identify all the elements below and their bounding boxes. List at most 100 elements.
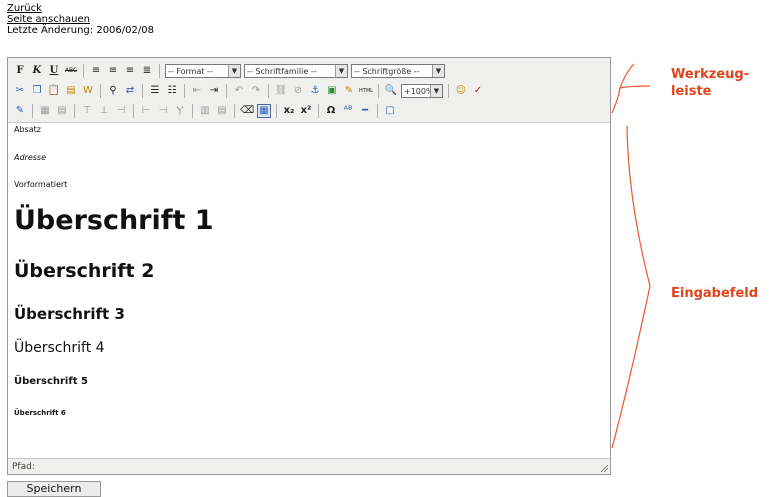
toolbar-separator [100, 84, 101, 98]
heading-1: Überschrift 1 [14, 205, 214, 236]
image-icon[interactable]: ▣ [325, 84, 339, 98]
toolbar-annotation-line-1: Werkzeug- [671, 67, 750, 82]
toolbar-separator [226, 84, 227, 98]
format-select[interactable]: -- Format -- ▼ [165, 64, 241, 78]
copy-icon[interactable]: ❐ [30, 84, 44, 98]
input-field-annotation: Eingabefeld [671, 286, 759, 301]
path-label: Pfad: [12, 462, 35, 472]
row-before-icon[interactable]: ⊤ [80, 104, 94, 118]
row-after-icon[interactable]: ⊥ [97, 104, 111, 118]
bullet-list-icon[interactable]: ☰ [148, 84, 162, 98]
wysiwyg-editor: F K U ABC ≡ ≡ ≡ ≣ -- Format -- ▼ -- Schri… [7, 57, 611, 475]
editor-content-area[interactable]: Absatz Adresse Vorformatiert Überschrift… [8, 123, 610, 457]
paste-text-icon[interactable]: ▤ [64, 84, 78, 98]
html-source-button[interactable]: HTML [359, 84, 373, 98]
paste-word-icon[interactable]: W [81, 84, 95, 98]
heading-2: Überschrift 2 [14, 260, 155, 282]
toolbar-separator [32, 104, 33, 118]
outdent-icon[interactable]: ⇤ [190, 84, 204, 98]
toolbar-separator [142, 84, 143, 98]
indent-icon[interactable]: ⇥ [207, 84, 221, 98]
toolbar-separator [159, 64, 160, 78]
toolbar-separator [318, 104, 319, 118]
zoom-icon[interactable]: 🔍 [384, 84, 398, 98]
anchor-icon[interactable]: ⚓ [308, 84, 322, 98]
view-page-link[interactable]: Seite anschauen [7, 14, 154, 25]
paste-icon[interactable]: 📋 [47, 84, 61, 98]
align-justify-icon[interactable]: ≣ [140, 64, 154, 78]
underline-button[interactable]: U [47, 64, 61, 78]
chevron-down-icon: ▼ [430, 85, 442, 97]
split-cells-icon[interactable]: ▥ [198, 104, 212, 118]
superscript-button[interactable]: x² [299, 104, 313, 118]
heading-3: Überschrift 3 [14, 305, 125, 323]
cut-icon[interactable]: ✂ [13, 84, 27, 98]
spellcheck-icon[interactable]: ✓ [471, 84, 485, 98]
horizontal-rule-icon[interactable]: ━ [358, 104, 372, 118]
font-family-select[interactable]: -- Schriftfamilie -- ▼ [244, 64, 348, 78]
paragraph-adresse: Adresse [14, 153, 47, 162]
subscript-button[interactable]: x₂ [282, 104, 296, 118]
toolbar-annotation-line-2: leiste [671, 84, 712, 99]
align-right-icon[interactable]: ≡ [123, 64, 137, 78]
special-char-button[interactable]: Ω [324, 104, 338, 118]
bold-button[interactable]: F [13, 64, 27, 78]
align-center-icon[interactable]: ≡ [106, 64, 120, 78]
last-change-text: Letzte Änderung: 2006/02/08 [7, 25, 154, 36]
eraser-icon[interactable]: ⌫ [240, 104, 254, 118]
align-left-icon[interactable]: ≡ [89, 64, 103, 78]
input-bracket [611, 125, 651, 449]
toolbar-separator [276, 104, 277, 118]
chevron-down-icon: ▼ [335, 65, 347, 77]
redo-icon[interactable]: ↷ [249, 84, 263, 98]
heading-5: Überschrift 5 [14, 376, 88, 387]
toolbar-separator [192, 104, 193, 118]
toolbar-separator [448, 84, 449, 98]
visual-aid-icon[interactable]: ▦ [257, 104, 271, 118]
save-button[interactable]: Speichern [7, 481, 101, 497]
delete-col-icon[interactable]: Ⲩ [173, 104, 187, 118]
toolbar-separator [74, 104, 75, 118]
toolbar-separator [268, 84, 269, 98]
italic-button[interactable]: K [30, 64, 44, 78]
undo-icon[interactable]: ↶ [232, 84, 246, 98]
heading-6: Überschrift 6 [14, 409, 66, 417]
replace-icon[interactable]: ⇄ [123, 84, 137, 98]
top-links: Zurück Seite anschauen Letzte Änderung: … [7, 3, 154, 36]
numbered-list-icon[interactable]: ☷ [165, 84, 179, 98]
unlink-icon[interactable]: ⊘ [291, 84, 305, 98]
emotions-icon[interactable]: ☺ [454, 84, 468, 98]
editor-toolbar: F K U ABC ≡ ≡ ≡ ≣ -- Format -- ▼ -- Schri… [8, 58, 610, 123]
toolbar-separator [378, 84, 379, 98]
find-icon[interactable]: ⚲ [106, 84, 120, 98]
paragraph-absatz: Absatz [14, 125, 41, 134]
spellcheck-icon[interactable]: ᴬᴮ [341, 104, 355, 118]
cleanup-icon[interactable]: ✎ [342, 84, 356, 98]
toolbar-bracket [611, 63, 635, 114]
toolbar-separator [83, 64, 84, 78]
paragraph-vorformatiert: Vorformatiert [14, 180, 68, 189]
toolbar-annotation: Werkzeug- leiste [671, 66, 749, 100]
link-icon[interactable]: ⛓ [274, 84, 288, 98]
col-before-icon[interactable]: ⊢ [139, 104, 153, 118]
chevron-down-icon: ▼ [432, 65, 444, 77]
delete-row-icon[interactable]: ⊣ [114, 104, 128, 118]
chevron-down-icon: ▼ [228, 65, 240, 77]
toolbar-bracket-pointer [619, 85, 651, 89]
edit-icon[interactable]: ✎ [13, 104, 27, 118]
fullscreen-icon[interactable]: ▢ [383, 104, 397, 118]
toolbar-separator [184, 84, 185, 98]
table-props-icon[interactable]: ▤ [55, 104, 69, 118]
zoom-select[interactable]: +100% ▼ [401, 84, 443, 98]
back-link[interactable]: Zurück [7, 3, 154, 14]
col-after-icon[interactable]: ⊣ [156, 104, 170, 118]
table-icon[interactable]: ▦ [38, 104, 52, 118]
merge-cells-icon[interactable]: ▤ [215, 104, 229, 118]
toolbar-row-2: ✂ ❐ 📋 ▤ W ⚲ ⇄ ☰ ☷ ⇤ ⇥ ↶ ↷ ⛓ ⊘ ⚓ ▣ ✎ HTML… [13, 82, 485, 100]
font-size-select[interactable]: -- Schriftgröße -- ▼ [351, 64, 445, 78]
toolbar-separator [133, 104, 134, 118]
strikethrough-button[interactable]: ABC [64, 64, 78, 78]
resize-handle-icon[interactable] [600, 464, 608, 472]
toolbar-row-3: ✎ ▦ ▤ ⊤ ⊥ ⊣ ⊢ ⊣ Ⲩ ▥ ▤ ⌫ ▦ x₂ x² Ω ᴬᴮ ━ ▢ [13, 102, 397, 120]
toolbar-separator [377, 104, 378, 118]
